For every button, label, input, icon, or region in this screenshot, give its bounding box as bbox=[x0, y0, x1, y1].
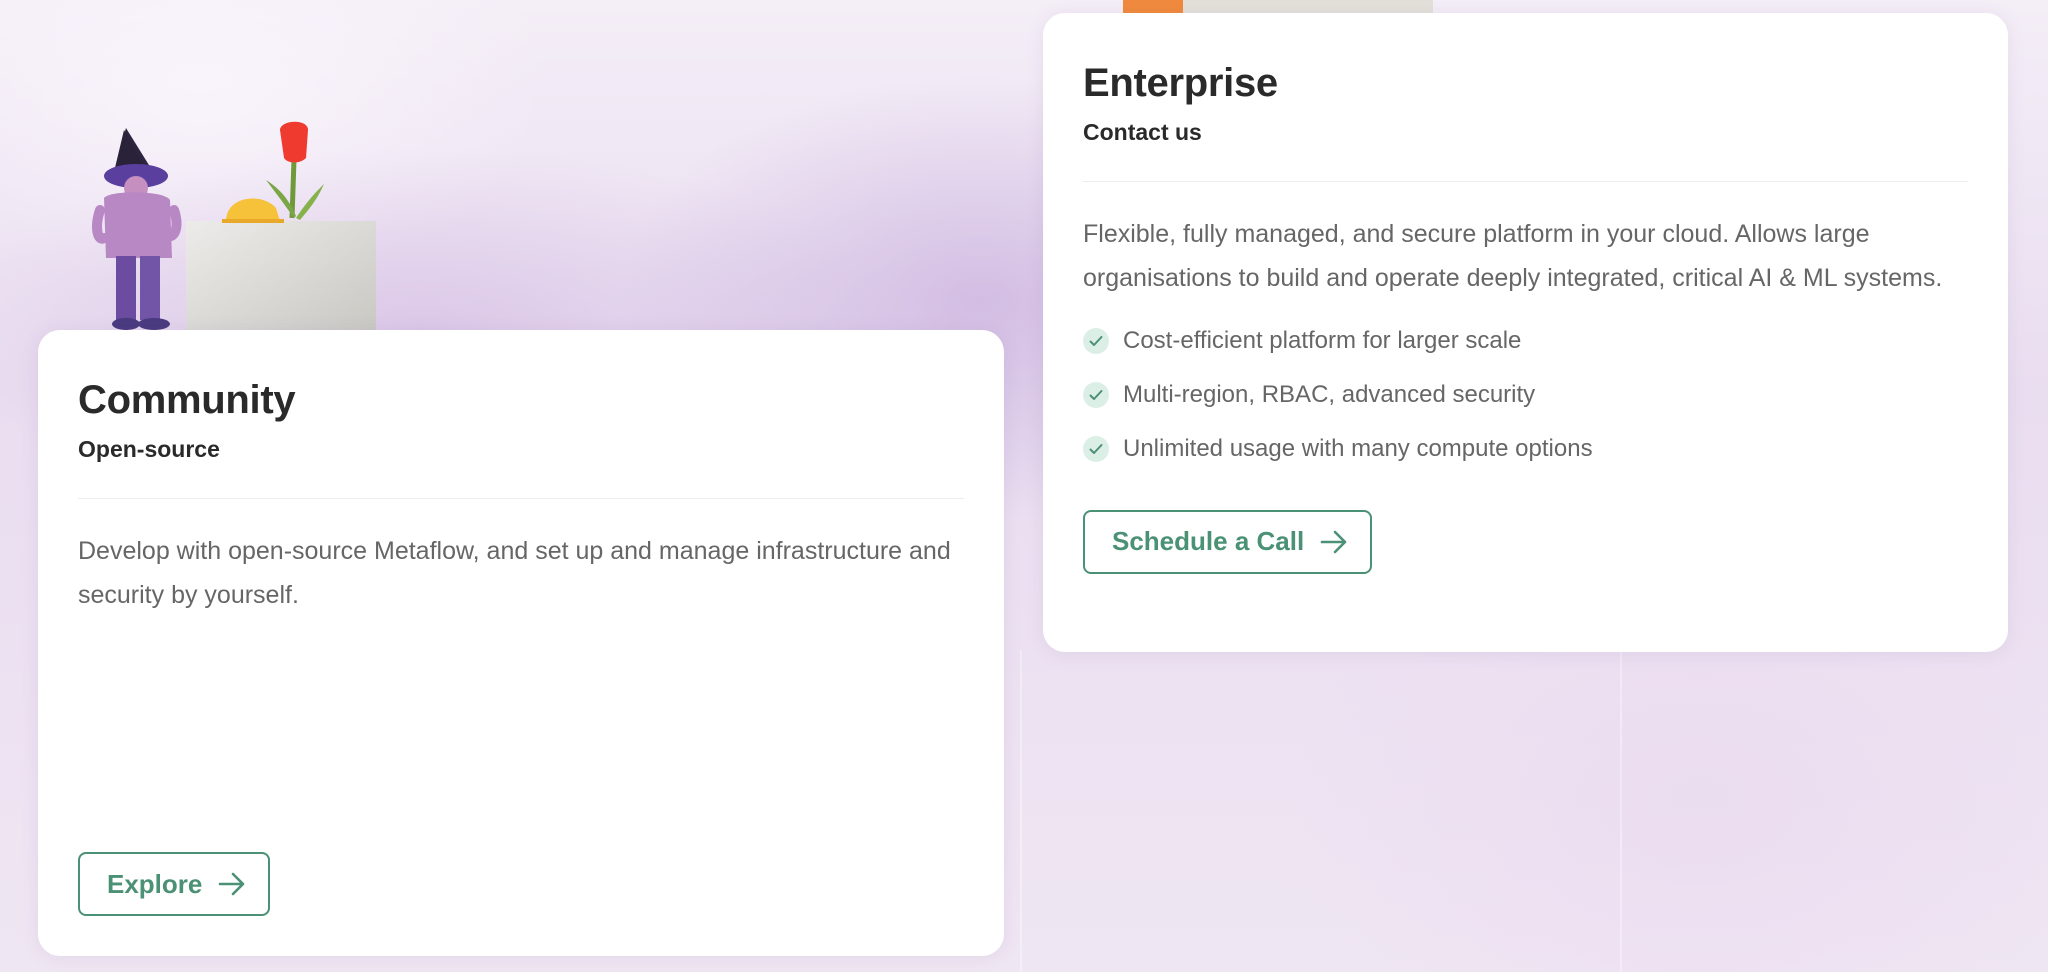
feature-label: Unlimited usage with many compute option… bbox=[1123, 434, 1593, 462]
enterprise-title: Enterprise bbox=[1083, 61, 1278, 105]
check-circle-icon bbox=[1083, 381, 1109, 408]
feature-item: Cost-efficient platform for larger scale bbox=[1083, 314, 1968, 368]
divider bbox=[1083, 180, 1968, 182]
community-subtitle: Open-source bbox=[78, 436, 220, 462]
feature-label: Cost-efficient platform for larger scale bbox=[1123, 326, 1522, 354]
community-plan-card: Community Open-source Develop with open-… bbox=[38, 330, 1004, 956]
community-illustration bbox=[92, 121, 376, 330]
schedule-call-button[interactable]: Schedule a Call bbox=[1083, 509, 1373, 574]
check-circle-icon bbox=[1083, 327, 1109, 354]
enterprise-subtitle: Contact us bbox=[1083, 119, 1202, 145]
explore-button[interactable]: Explore bbox=[78, 852, 271, 916]
enterprise-illustration bbox=[1123, 0, 1433, 14]
check-circle-icon bbox=[1083, 435, 1109, 462]
background-texture bbox=[1620, 650, 1622, 972]
divider bbox=[78, 497, 964, 499]
feature-item: Multi-region, RBAC, advanced security bbox=[1083, 368, 1968, 422]
arrow-right-icon bbox=[1320, 530, 1347, 553]
enterprise-feature-list: Cost-efficient platform for larger scale… bbox=[1083, 314, 1968, 476]
background-texture bbox=[1020, 650, 1022, 972]
community-description: Develop with open-source Metaflow, and s… bbox=[78, 536, 951, 609]
community-title: Community bbox=[78, 378, 296, 422]
feature-item: Unlimited usage with many compute option… bbox=[1083, 422, 1968, 476]
enterprise-description: Flexible, fully managed, and secure plat… bbox=[1083, 219, 1943, 292]
feature-label: Multi-region, RBAC, advanced security bbox=[1123, 380, 1536, 408]
arrow-right-icon bbox=[219, 872, 245, 896]
enterprise-plan-card: Enterprise Contact us Flexible, fully ma… bbox=[1043, 13, 2008, 652]
explore-button-label: Explore bbox=[107, 868, 203, 899]
schedule-call-button-label: Schedule a Call bbox=[1112, 526, 1305, 557]
